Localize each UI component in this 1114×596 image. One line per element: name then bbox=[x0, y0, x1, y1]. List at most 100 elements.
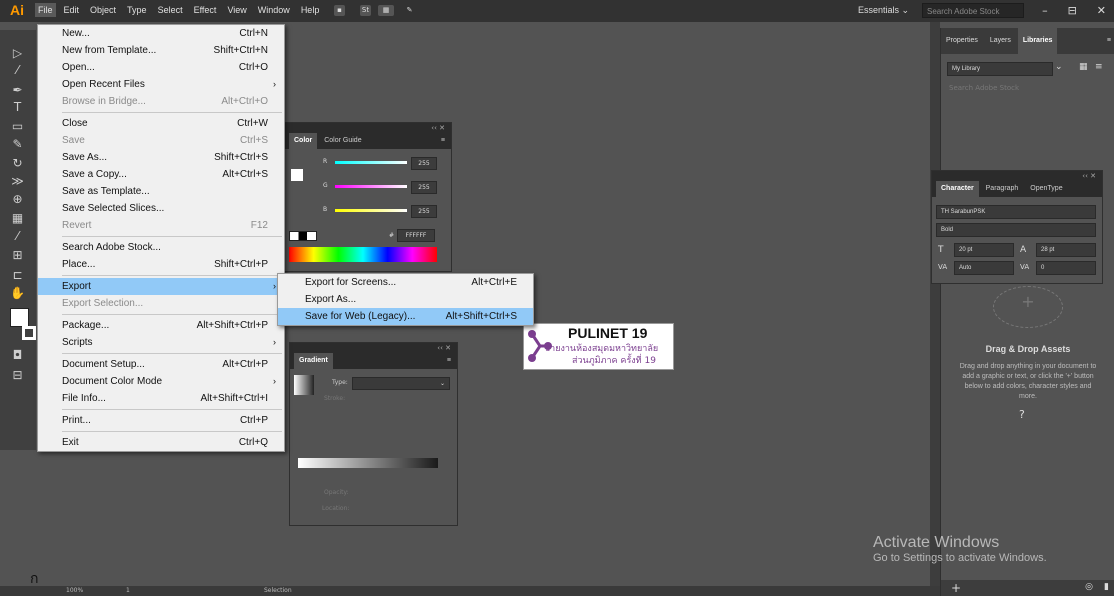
menu-item-document-setup[interactable]: Document Setup... Alt+Ctrl+P bbox=[38, 356, 284, 373]
menu-item-save-a-copy[interactable]: Save a Copy... Alt+Ctrl+S bbox=[38, 166, 284, 183]
hex-input[interactable]: FFFFFF bbox=[397, 229, 435, 242]
menu-item-revert[interactable]: Revert F12 bbox=[38, 217, 284, 234]
rectangle-tool-icon[interactable]: ▭ bbox=[10, 119, 25, 134]
gradient-slider[interactable] bbox=[298, 458, 438, 468]
screen-mode-icon[interactable]: ⊟ bbox=[10, 368, 25, 383]
drawing-mode-icon[interactable]: ◘ bbox=[10, 348, 25, 363]
menu-item-open[interactable]: Open... Ctrl+O bbox=[38, 59, 284, 76]
tab-gradient[interactable]: Gradient bbox=[294, 353, 333, 369]
none-black-white-swatches[interactable] bbox=[289, 231, 317, 241]
menu-item-save-selected-slices[interactable]: Save Selected Slices... bbox=[38, 200, 284, 217]
width-tool-icon[interactable]: ≫ bbox=[10, 174, 25, 189]
type-tool-icon[interactable]: T bbox=[10, 100, 25, 115]
menu-item-package[interactable]: Package... Alt+Shift+Ctrl+P bbox=[38, 317, 284, 334]
menu-item-save-for-web[interactable]: Save for Web (Legacy)... Alt+Shift+Ctrl+S bbox=[278, 308, 533, 325]
tab-paragraph[interactable]: Paragraph bbox=[981, 181, 1024, 197]
zoom-level[interactable]: 100% bbox=[66, 587, 83, 594]
tab-opentype[interactable]: OpenType bbox=[1025, 181, 1067, 197]
panel-menu-icon[interactable]: ≡ bbox=[441, 133, 445, 149]
menu-item-document-color-mode[interactable]: Document Color Mode › bbox=[38, 373, 284, 390]
menu-item-search-adobe-stock[interactable]: Search Adobe Stock... bbox=[38, 239, 284, 256]
sync-icon[interactable]: ◎ bbox=[1085, 582, 1093, 592]
arrange-documents-icon[interactable]: ▦ bbox=[378, 5, 394, 16]
tab-color-guide[interactable]: Color Guide bbox=[319, 133, 366, 149]
menu-edit[interactable]: Edit bbox=[64, 5, 80, 15]
stroke-swatch[interactable] bbox=[22, 326, 36, 340]
r-value[interactable]: 255 bbox=[411, 157, 437, 170]
stock-icon[interactable]: St bbox=[360, 5, 371, 16]
menu-item-save[interactable]: Save Ctrl+S bbox=[38, 132, 284, 149]
menu-item-save-as-template[interactable]: Save as Template... bbox=[38, 183, 284, 200]
help-icon[interactable]: ? bbox=[1019, 408, 1025, 421]
pen-tool-icon[interactable]: ✒ bbox=[10, 83, 25, 98]
menu-item-exit[interactable]: Exit Ctrl+Q bbox=[38, 434, 284, 451]
tab-libraries[interactable]: Libraries bbox=[1017, 28, 1058, 54]
menu-item-place[interactable]: Place... Shift+Ctrl+P bbox=[38, 256, 284, 273]
symbol-sprayer-icon[interactable]: ⊞ bbox=[10, 248, 25, 263]
menu-item-new[interactable]: New... Ctrl+N bbox=[38, 25, 284, 42]
magic-wand-icon[interactable]: ⁄ bbox=[10, 63, 25, 78]
tab-properties[interactable]: Properties bbox=[941, 28, 983, 54]
gradient-panel-collapse-icon[interactable]: ‹‹ ✕ bbox=[290, 343, 457, 353]
menu-help[interactable]: Help bbox=[301, 5, 320, 15]
color-fill-swatch[interactable] bbox=[291, 169, 303, 181]
add-content-icon[interactable]: + bbox=[951, 581, 961, 595]
workspace-switcher[interactable]: Essentials ⌄ bbox=[858, 5, 909, 16]
b-slider[interactable] bbox=[335, 209, 407, 212]
color-panel-collapse-icon[interactable]: ‹‹ ✕ bbox=[285, 123, 451, 133]
font-size-input[interactable]: 20 pt bbox=[954, 243, 1014, 257]
hand-tool-icon[interactable]: ✋ bbox=[10, 286, 25, 301]
kerning-input[interactable]: Auto bbox=[954, 261, 1014, 275]
menu-object[interactable]: Object bbox=[90, 5, 116, 15]
font-family-select[interactable]: TH SarabunPSK bbox=[936, 205, 1096, 219]
menu-view[interactable]: View bbox=[227, 5, 246, 15]
character-panel-collapse-icon[interactable]: ‹‹ ✕ bbox=[932, 171, 1102, 181]
menu-window[interactable]: Window bbox=[258, 5, 290, 15]
r-slider[interactable] bbox=[335, 161, 407, 164]
menu-item-open-recent-files[interactable]: Open Recent Files › bbox=[38, 76, 284, 93]
menu-item-new-from-template[interactable]: New from Template... Shift+Ctrl+N bbox=[38, 42, 284, 59]
menu-effect[interactable]: Effect bbox=[194, 5, 217, 15]
pencil-tool-icon[interactable]: ✎ bbox=[10, 137, 25, 152]
bridge-icon[interactable]: ▪ bbox=[334, 5, 345, 16]
menu-file[interactable]: File bbox=[35, 3, 56, 17]
mesh-tool-icon[interactable]: ▦ bbox=[10, 211, 25, 226]
rotate-tool-icon[interactable]: ↻ bbox=[10, 156, 25, 171]
g-value[interactable]: 255 bbox=[411, 181, 437, 194]
grid-view-icon[interactable]: ▦ bbox=[1079, 62, 1088, 72]
selection-tool-icon[interactable]: ▷ bbox=[10, 46, 25, 61]
stock-search-input[interactable]: Search Adobe Stock bbox=[922, 3, 1024, 18]
menu-select[interactable]: Select bbox=[158, 5, 183, 15]
current-tool[interactable]: Selection bbox=[264, 587, 292, 594]
list-view-icon[interactable]: ≡ bbox=[1095, 62, 1103, 72]
tab-color[interactable]: Color bbox=[289, 133, 318, 149]
panel-menu-icon[interactable]: ≡ bbox=[1107, 28, 1111, 54]
b-value[interactable]: 255 bbox=[411, 205, 437, 218]
menu-type[interactable]: Type bbox=[127, 5, 147, 15]
font-style-select[interactable]: Bold bbox=[936, 223, 1096, 237]
close-icon[interactable]: ✕ bbox=[1097, 4, 1106, 17]
dock-collapse-strip[interactable] bbox=[930, 22, 940, 596]
leading-input[interactable]: 28 pt bbox=[1036, 243, 1096, 257]
menu-item-save-as[interactable]: Save As... Shift+Ctrl+S bbox=[38, 149, 284, 166]
menu-item-export[interactable]: Export › bbox=[38, 278, 284, 295]
panel-menu-icon[interactable]: ≡ bbox=[447, 353, 451, 369]
restore-icon[interactable]: ⊟ bbox=[1068, 4, 1077, 17]
shape-builder-icon[interactable]: ⊕ bbox=[10, 192, 25, 207]
color-spectrum[interactable] bbox=[289, 247, 437, 262]
menu-item-export-selection[interactable]: Export Selection... bbox=[38, 295, 284, 312]
menu-item-scripts[interactable]: Scripts › bbox=[38, 334, 284, 351]
g-slider[interactable] bbox=[335, 185, 407, 188]
menu-item-export-for-screens[interactable]: Export for Screens... Alt+Ctrl+E bbox=[278, 274, 533, 291]
artboard-tool-icon[interactable]: ⊏ bbox=[10, 268, 25, 283]
trash-icon[interactable]: ▮ bbox=[1104, 582, 1109, 592]
eyedropper-tool-icon[interactable]: ⁄ bbox=[10, 229, 25, 244]
gradient-type-select[interactable]: ⌄ bbox=[352, 377, 450, 390]
artboard-number[interactable]: 1 bbox=[126, 587, 130, 594]
tracking-input[interactable]: 0 bbox=[1036, 261, 1096, 275]
menu-item-close[interactable]: Close Ctrl+W bbox=[38, 115, 284, 132]
fill-swatch[interactable] bbox=[10, 308, 29, 327]
menu-item-print[interactable]: Print... Ctrl+P bbox=[38, 412, 284, 429]
library-search-input[interactable]: Search Adobe Stock bbox=[949, 84, 1019, 92]
tab-character[interactable]: Character bbox=[936, 181, 979, 197]
